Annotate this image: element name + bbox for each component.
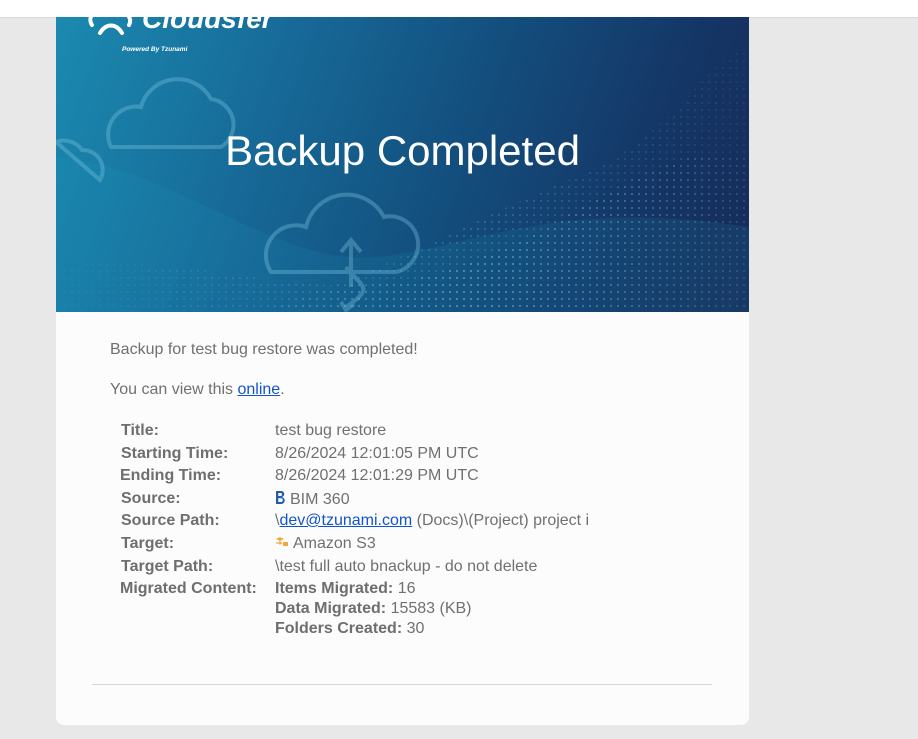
folders-created-label: Folders Created:: [275, 620, 403, 637]
cloudsfer-logo: Cloudsfer: [84, 17, 273, 43]
items-migrated-line: Items Migrated: 16: [275, 580, 472, 598]
folders-created-line: Folders Created: 30: [275, 620, 472, 638]
detail-label: Source Path:: [121, 512, 220, 529]
detail-label: Ending Time:: [120, 467, 222, 484]
footer-divider: [92, 684, 712, 685]
banner-title: Backup Completed: [225, 127, 580, 174]
detail-label: Migrated Content:: [120, 580, 257, 597]
logo-brand-text: Cloudsfer: [142, 17, 273, 34]
detail-label: Starting Time:: [121, 445, 229, 462]
detail-value: Items Migrated: 16 Data Migrated: 15583 …: [275, 580, 472, 638]
items-migrated-label: Items Migrated:: [275, 580, 394, 597]
detail-value: 8/26/2024 12:01:05 PM UTC: [275, 445, 479, 462]
data-migrated-value: 15583 (KB): [386, 600, 472, 617]
detail-value: \test full auto bnackup - do not delete: [275, 558, 538, 575]
detail-label: Title:: [121, 422, 159, 439]
browser-top-bar: [0, 0, 918, 18]
logo-tagline: Powered By Tzunami: [122, 46, 188, 53]
data-migrated-line: Data Migrated: 15583 (KB): [275, 600, 472, 618]
target-name: Amazon S3: [293, 535, 376, 552]
completion-message: Backup for test bug restore was complete…: [110, 341, 418, 358]
source-path-rest: (Docs)\(Project) project i: [412, 512, 590, 529]
detail-value: 8/26/2024 12:01:29 PM UTC: [275, 467, 479, 484]
amazon-s3-icon: [276, 537, 288, 546]
detail-value: test bug restore: [275, 422, 387, 439]
data-migrated-label: Data Migrated:: [275, 600, 387, 617]
detail-label: Source:: [121, 490, 181, 507]
bim360-icon: [276, 490, 285, 505]
source-path-email-link[interactable]: dev@tzunami.com: [279, 512, 412, 529]
view-online-suffix: .: [280, 381, 285, 398]
detail-value: BIM 360: [275, 490, 350, 509]
detail-value: \dev@tzunami.com (Docs)\(Project) projec…: [275, 512, 589, 530]
detail-label: Target:: [121, 535, 175, 552]
source-name: BIM 360: [290, 491, 350, 508]
cloudsfer-logo-icon: [88, 17, 133, 35]
view-online-line: You can view this online.: [110, 381, 285, 399]
header-banner: Cloudsfer Powered By Tzunami Backup Comp…: [56, 17, 749, 312]
items-migrated-value: 16: [393, 580, 416, 597]
folders-created-value: 30: [402, 620, 425, 637]
online-link[interactable]: online: [237, 381, 280, 398]
detail-value: Amazon S3: [275, 535, 376, 553]
view-online-prefix: You can view this: [110, 381, 238, 398]
detail-label: Target Path:: [121, 558, 214, 575]
